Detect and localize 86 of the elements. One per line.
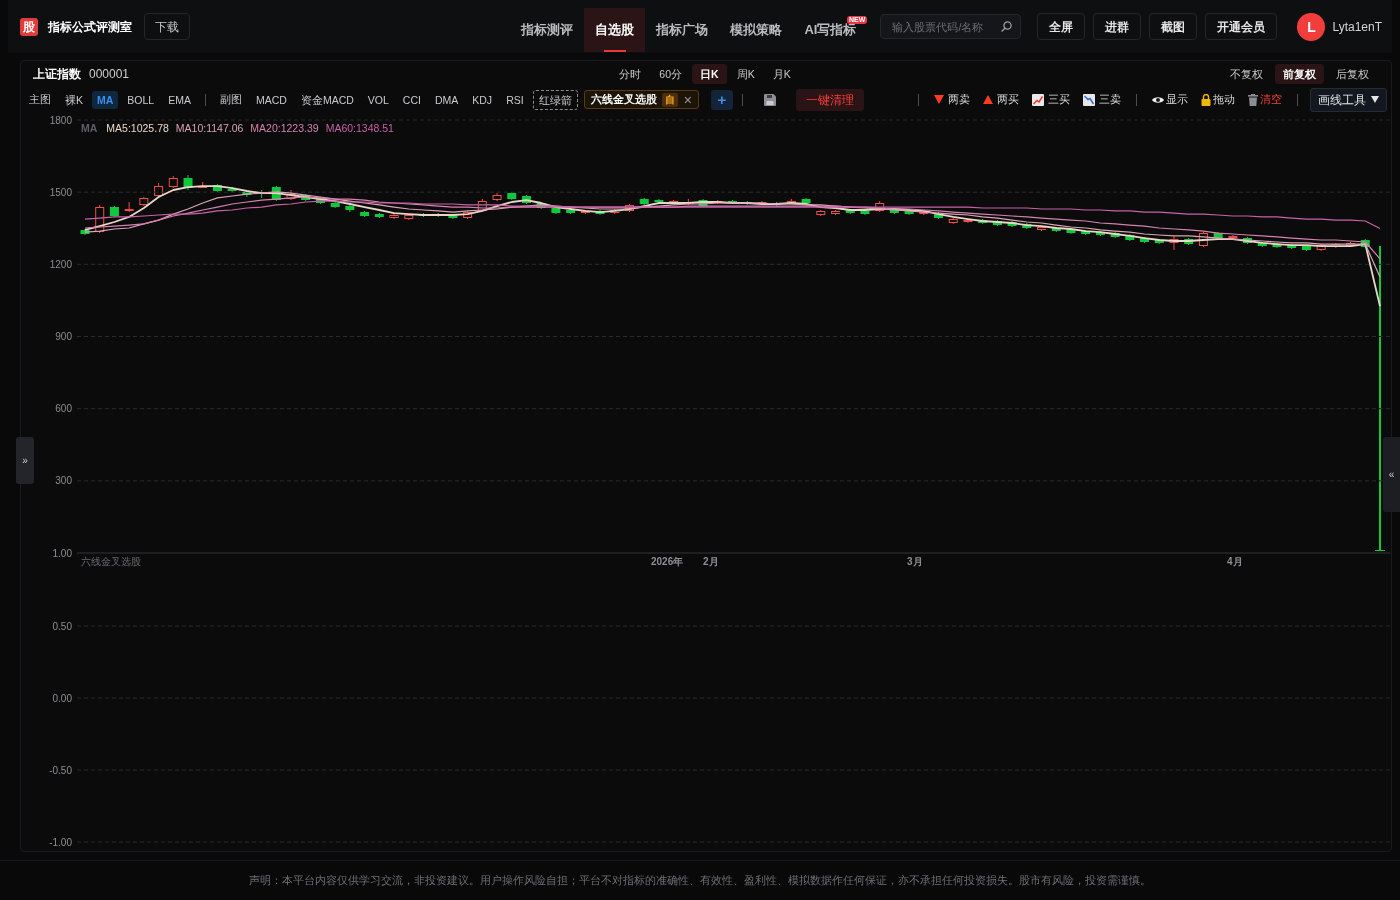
indicator-tab[interactable]: KDJ (467, 90, 498, 109)
trash-icon (1248, 93, 1258, 106)
clear-drawings-button[interactable]: 清空 (1245, 91, 1285, 108)
drawing-tools-button[interactable]: 画线工具 (1310, 87, 1387, 112)
app-logo: 股 (20, 17, 38, 36)
triangle-up-icon (983, 95, 993, 104)
user-avatar[interactable]: L (1297, 12, 1326, 41)
triangle-down-icon (934, 95, 944, 104)
indicator-tab[interactable]: EMA (163, 90, 196, 109)
eye-icon (1152, 95, 1164, 104)
adjust-tab[interactable]: 后复权 (1328, 64, 1377, 84)
download-button[interactable]: 下载 (144, 13, 190, 40)
date-label: 3月 (907, 556, 923, 567)
axis-label: -0.50 (49, 764, 72, 776)
nav-tab[interactable]: 自选股 (584, 8, 646, 52)
caret-icon (1371, 96, 1379, 103)
nav-tab[interactable]: 指标广场 (645, 8, 720, 52)
indicator-tab[interactable]: MA (92, 90, 119, 109)
date-label: 2月 (703, 556, 719, 567)
indicator-tab[interactable]: MACD (251, 90, 292, 109)
show-toggle[interactable]: 显示 (1149, 91, 1191, 108)
period-tab[interactable]: 分时 (611, 64, 650, 84)
user-name[interactable]: Lyta1enT (1332, 17, 1382, 36)
add-indicator-button[interactable]: + (710, 89, 733, 110)
stock-name: 上证指数 (33, 66, 81, 83)
clear-all-button[interactable]: 一键清理 (795, 88, 864, 111)
indicator-tab[interactable]: RSI (501, 90, 529, 109)
screenshot-button[interactable]: 截图 (1149, 13, 1198, 40)
arrow-toggle-button[interactable]: 红绿箭 (532, 89, 578, 110)
axis-label: 0.00 (52, 692, 72, 704)
indicator-tab[interactable]: BOLL (122, 90, 160, 109)
collapse-handle[interactable]: » (16, 437, 34, 484)
strategy-chip[interactable]: 六线金叉选股 自 × (583, 89, 699, 110)
axis-label: 1.00 (52, 547, 72, 559)
app-title: 指标公式评测室 (48, 18, 132, 36)
axis-label: 900 (55, 331, 72, 342)
indicator-tab[interactable]: 资金MACD (295, 90, 359, 109)
chart-up-icon (1032, 93, 1044, 106)
date-label: 2026年 (651, 556, 684, 567)
search-icon (1001, 21, 1013, 32)
date-label: 4月 (1227, 556, 1243, 567)
legend-title: MA (81, 122, 98, 134)
drag-toggle[interactable]: 拖动 (1198, 91, 1238, 108)
period-tab[interactable]: 60分 (651, 64, 691, 84)
axis-label: 300 (55, 475, 72, 487)
legend-label: MA10:1147.06 (175, 122, 244, 134)
join-group-button[interactable]: 进群 (1093, 13, 1142, 40)
fullscreen-button[interactable]: 全屏 (1037, 13, 1086, 40)
group-label: 主图 (28, 91, 52, 107)
chart-down-icon (1083, 93, 1095, 106)
legend-label: MA20:1223.39 (250, 122, 319, 134)
axis-label: -1.00 (49, 836, 72, 848)
legend-label: MA5:1025.78 (106, 122, 169, 134)
axis-label: 1800 (49, 114, 72, 126)
nav-tab[interactable]: 模拟策略 (719, 8, 794, 52)
indicator-tab[interactable]: 裸K (60, 90, 88, 109)
signal-toggle[interactable]: 三卖 (1080, 91, 1124, 108)
axis-label: 1200 (49, 258, 72, 270)
remove-button[interactable]: × (682, 92, 693, 107)
group-label: 副图 (219, 91, 243, 107)
indicator-tab[interactable]: DMA (429, 90, 464, 109)
signal-toggle[interactable]: 两卖 (931, 91, 973, 108)
signal-toggle[interactable]: 两买 (980, 91, 1022, 108)
axis-label: 600 (55, 403, 72, 415)
membership-button[interactable]: 开通会员 (1205, 13, 1278, 40)
disclaimer-text: 声明：本平台内容仅供学习交流，非投资建议。用户操作风险自担；平台不对指标的准确性、有效性、盈利性、模拟数据作任何保证，亦不承担任何投资损失。股市有风险，投资需谨慎。 (249, 873, 1151, 889)
search-field[interactable]: 输入股票代码/名称 (880, 14, 1022, 39)
period-tab[interactable]: 周K (728, 64, 763, 84)
indicator-tab[interactable]: VOL (362, 90, 394, 109)
signal-toggle[interactable]: 三买 (1029, 91, 1073, 108)
source-tag: 自 (661, 92, 678, 107)
panel-title: 六线金叉选股 (81, 556, 141, 567)
period-tab[interactable]: 日K (692, 64, 727, 84)
legend-label: MA60:1348.51 (325, 122, 394, 134)
save-icon (763, 93, 776, 106)
adjust-tab[interactable]: 前复权 (1275, 64, 1324, 84)
lock-icon (1201, 93, 1211, 106)
indicator-tab[interactable]: CCI (397, 90, 426, 109)
expand-handle[interactable]: « (1383, 437, 1400, 512)
axis-label: 0.50 (52, 620, 72, 632)
chip-label: 六线金叉选股 (590, 91, 657, 107)
period-tab[interactable]: 月K (764, 64, 799, 84)
axis-label: 1500 (49, 186, 72, 198)
stock-code: 000001 (89, 66, 130, 83)
nav-tab[interactable]: 指标测评 (510, 8, 585, 52)
adjust-tab[interactable]: 不复权 (1222, 64, 1271, 84)
